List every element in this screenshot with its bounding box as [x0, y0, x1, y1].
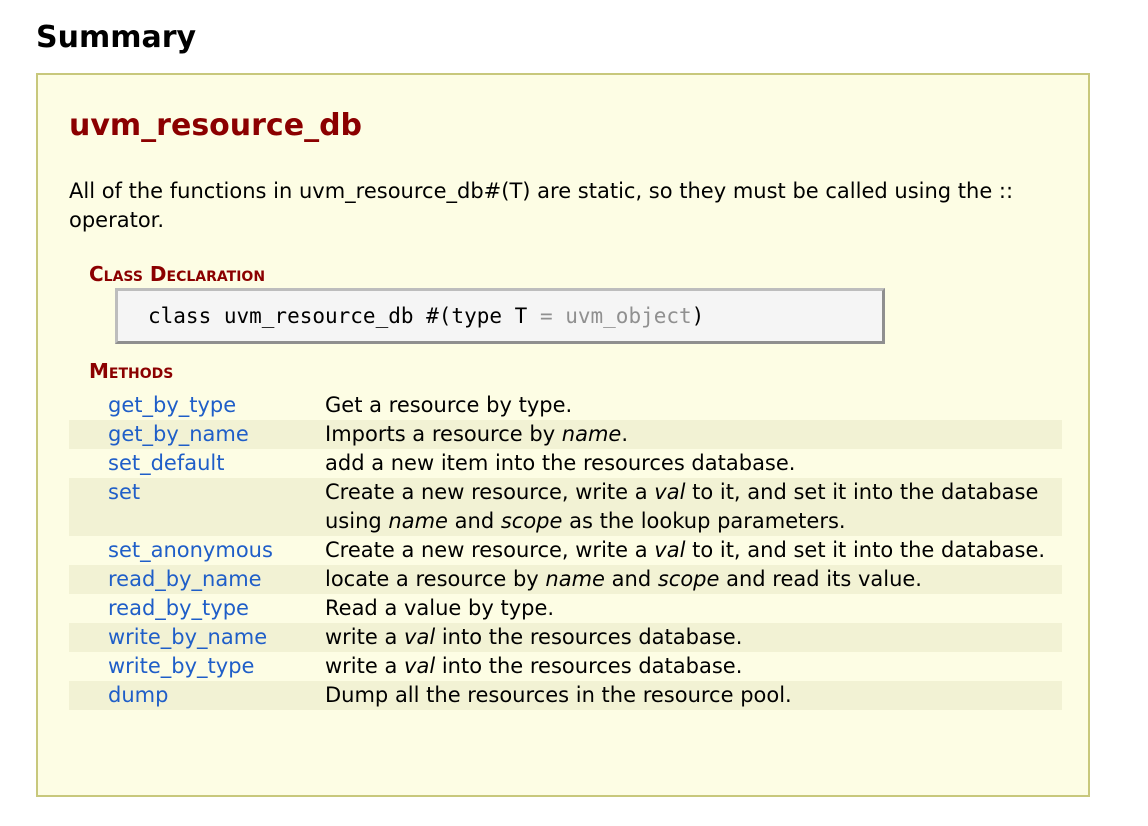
method-desc-emphasis: name	[388, 509, 448, 533]
methods-table: get_by_type Get a resource by type. get_by…	[69, 391, 1062, 710]
method-desc-text: locate a resource by	[325, 567, 546, 591]
method-link-set-default[interactable]: set_default	[69, 449, 325, 478]
method-desc-emphasis: val	[404, 654, 436, 678]
method-description: Dump all the resources in the resource p…	[325, 681, 1062, 710]
method-desc-text: Imports a resource by	[325, 422, 562, 446]
method-row: write_by_name write a val into the resour…	[69, 623, 1062, 652]
method-link-get-by-type[interactable]: get_by_type	[69, 391, 325, 420]
method-desc-emphasis: name	[545, 567, 605, 591]
class-declaration-code: class uvm_resource_db #(type T = uvm_obj…	[115, 288, 885, 344]
summary-heading: Summary	[36, 20, 197, 55]
method-description: add a new item into the resources databa…	[325, 449, 1062, 478]
method-row: set_anonymous Create a new resource, writ…	[69, 536, 1062, 565]
method-desc-text: and	[604, 567, 658, 591]
method-desc-text: as the lookup parameters.	[562, 509, 846, 533]
method-desc-text: and read its value.	[719, 567, 922, 591]
method-desc-text: into the resources database.	[435, 654, 743, 678]
method-desc-emphasis: val	[404, 625, 436, 649]
method-desc-text: write a	[325, 625, 405, 649]
method-desc-text: Read a value by type.	[325, 596, 555, 620]
method-desc-emphasis: scope	[500, 509, 563, 533]
method-desc-text: add a new item into the resources databa…	[325, 451, 796, 475]
method-description: write a val into the resources database.	[325, 623, 1062, 652]
method-desc-text: Create a new resource, write a	[325, 538, 655, 562]
method-desc-text: Dump all the resources in the resource p…	[325, 683, 792, 707]
class-declaration-title: Class Declaration	[89, 262, 266, 286]
method-desc-emphasis: scope	[657, 567, 720, 591]
method-link-write-by-type[interactable]: write_by_type	[69, 652, 325, 681]
method-row: read_by_name locate a resource by name an…	[69, 565, 1062, 594]
method-description: write a val into the resources database.	[325, 652, 1062, 681]
method-row: set Create a new resource, write a val to…	[69, 478, 1062, 536]
method-row: set_default add a new item into the resou…	[69, 449, 1062, 478]
method-description: Create a new resource, write a val to it…	[325, 478, 1062, 536]
method-link-dump[interactable]: dump	[69, 681, 325, 710]
methods-title: Methods	[89, 359, 174, 383]
summary-box: uvm_resource_db All of the functions in …	[36, 73, 1090, 797]
method-desc-text: Create a new resource, write a	[325, 480, 655, 504]
method-link-set[interactable]: set	[69, 478, 325, 536]
method-row: read_by_type Read a value by type.	[69, 594, 1062, 623]
method-desc-emphasis: name	[561, 422, 622, 446]
method-desc-text: to it, and set it into the database.	[685, 538, 1046, 562]
method-desc-emphasis: val	[654, 538, 686, 562]
method-description: Read a value by type.	[325, 594, 1062, 623]
declaration-code-default: = uvm_object	[539, 304, 692, 328]
method-link-read-by-type[interactable]: read_by_type	[69, 594, 325, 623]
method-desc-text: .	[621, 422, 629, 446]
method-link-get-by-name[interactable]: get_by_name	[69, 420, 325, 449]
method-description: Get a resource by type.	[325, 391, 1062, 420]
method-row: dump Dump all the resources in the resour…	[69, 681, 1062, 710]
declaration-code-close: )	[691, 304, 705, 328]
method-desc-text: into the resources database.	[435, 625, 743, 649]
method-description: Imports a resource by name.	[325, 420, 1062, 449]
method-link-set-anonymous[interactable]: set_anonymous	[69, 536, 325, 565]
method-link-write-by-name[interactable]: write_by_name	[69, 623, 325, 652]
declaration-code-main: class uvm_resource_db #(type T	[148, 304, 540, 328]
method-row: get_by_type Get a resource by type.	[69, 391, 1062, 420]
method-desc-text: and	[447, 509, 501, 533]
method-row: get_by_name Imports a resource by name.	[69, 420, 1062, 449]
method-link-read-by-name[interactable]: read_by_name	[69, 565, 325, 594]
method-desc-text: write a	[325, 654, 405, 678]
method-description: Create a new resource, write a val to it…	[325, 536, 1062, 565]
class-description: All of the functions in uvm_resource_db#…	[69, 179, 1014, 232]
method-description: locate a resource by name and scope and …	[325, 565, 1062, 594]
method-desc-emphasis: val	[654, 480, 686, 504]
class-title: uvm_resource_db	[69, 108, 363, 143]
method-desc-text: Get a resource by type.	[325, 393, 573, 417]
method-row: write_by_type write a val into the resour…	[69, 652, 1062, 681]
